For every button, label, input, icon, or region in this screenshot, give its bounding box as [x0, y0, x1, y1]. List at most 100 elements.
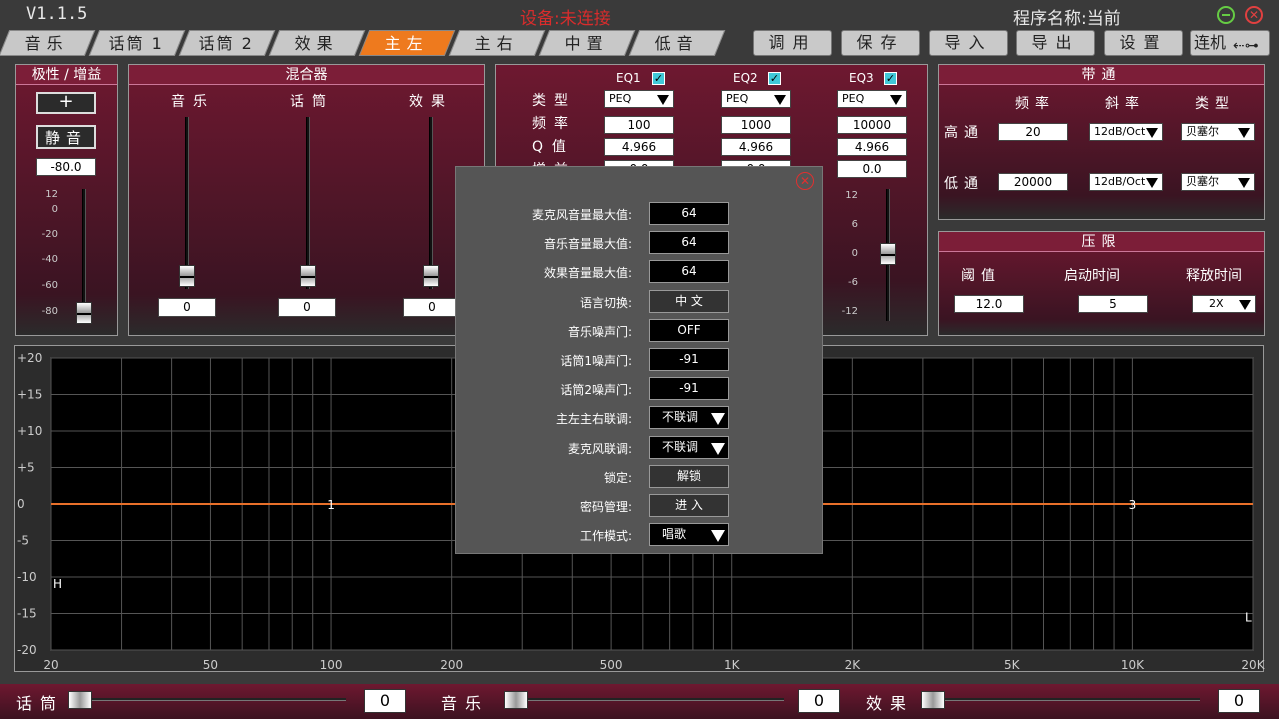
- minimize-icon[interactable]: [1217, 6, 1235, 24]
- dialog-row-label: 密码管理:: [579, 500, 632, 514]
- dialog-row-box[interactable]: 64: [649, 231, 729, 255]
- program-name: 程序名称:当前: [1013, 9, 1121, 29]
- eq2-type-select[interactable]: PEQ: [721, 90, 791, 108]
- eq3-gain[interactable]: 0.0: [837, 160, 907, 178]
- dialog-row-box[interactable]: -91: [649, 348, 729, 371]
- attack-value[interactable]: 5: [1078, 295, 1148, 313]
- tab-music[interactable]: 音乐: [0, 30, 96, 56]
- eq1-checkbox[interactable]: ✓: [652, 72, 665, 85]
- eq-band-marker: 1: [327, 498, 335, 512]
- dialog-close-icon[interactable]: ✕: [796, 172, 814, 190]
- eq3-type-select[interactable]: PEQ: [837, 90, 907, 108]
- bottom-mic-track[interactable]: [80, 698, 346, 701]
- bottom-effect-track[interactable]: [932, 698, 1200, 701]
- polarity-button[interactable]: +: [36, 92, 96, 114]
- bottom-mic-label: 话筒: [16, 694, 65, 713]
- mixer-music-value[interactable]: 0: [158, 298, 216, 317]
- device-status: 设备:未连接: [520, 9, 611, 29]
- tab-effect[interactable]: 效果: [268, 30, 366, 56]
- gain-tick: -20: [41, 229, 58, 240]
- bottom-mic-value[interactable]: 0: [364, 689, 406, 713]
- dialog-row-box[interactable]: 64: [649, 260, 729, 284]
- tab-bass[interactable]: 低音: [628, 30, 726, 56]
- bottom-music-value[interactable]: 0: [798, 689, 840, 713]
- gain-slider-knob[interactable]: [76, 302, 92, 324]
- eq2-q[interactable]: 4.966: [721, 138, 791, 156]
- eq3-q[interactable]: 4.966: [837, 138, 907, 156]
- bottom-mic-knob[interactable]: [68, 691, 92, 709]
- eq1-type-select[interactable]: PEQ: [604, 90, 674, 108]
- dialog-row-label: 话筒2噪声门:: [560, 383, 632, 398]
- mute-button[interactable]: 静音: [36, 125, 96, 149]
- dialog-row-btn[interactable]: 中 文: [649, 289, 729, 313]
- eq2-freq[interactable]: 1000: [721, 116, 791, 134]
- bandpass-type-header: 类型: [1195, 96, 1235, 112]
- attack-label: 启动时间: [1064, 268, 1120, 284]
- threshold-value[interactable]: 12.0: [954, 295, 1024, 313]
- dialog-row-btn[interactable]: 进 入: [649, 494, 729, 517]
- mixer-effect-track[interactable]: [429, 117, 433, 289]
- mixer-mic-value[interactable]: 0: [278, 298, 336, 317]
- graph-y-tick-label: +5: [17, 461, 35, 475]
- dialog-row-btn[interactable]: 解锁: [649, 464, 729, 488]
- usb-icon: ⇠⊶: [1233, 38, 1259, 54]
- graph-x-tick-label: 1K: [724, 658, 741, 672]
- mixer-music-track[interactable]: [185, 117, 189, 289]
- graph-y-tick-label: -5: [17, 534, 29, 548]
- bandpass-title: 带通: [939, 65, 1264, 85]
- highpass-type-select[interactable]: 贝塞尔: [1181, 123, 1255, 141]
- bottom-effect-knob[interactable]: [921, 691, 945, 709]
- bottom-effect-value[interactable]: 0: [1218, 689, 1260, 713]
- eq3-checkbox[interactable]: ✓: [884, 72, 897, 85]
- mixer-mic-knob[interactable]: [300, 265, 316, 287]
- lowpass-slope-select[interactable]: 12dB/Oct: [1089, 173, 1163, 191]
- graph-x-tick-label: 50: [203, 658, 218, 672]
- settings-button[interactable]: 设置: [1104, 30, 1183, 56]
- dialog-row-label: 麦克风联调:: [567, 441, 632, 456]
- connect-button[interactable]: 连机 ⇠⊶: [1190, 30, 1270, 56]
- close-icon[interactable]: ✕: [1245, 6, 1263, 24]
- dialog-row-box[interactable]: 64: [649, 202, 729, 225]
- highpass-freq[interactable]: 20: [998, 123, 1068, 141]
- dialog-row-box[interactable]: OFF: [649, 318, 729, 342]
- tab-main-left[interactable]: 主左: [358, 30, 456, 56]
- export-button[interactable]: 导出: [1016, 30, 1095, 56]
- dialog-row-select[interactable]: 唱歌: [649, 523, 729, 547]
- bottom-music-track[interactable]: [514, 698, 784, 701]
- bottom-music-knob[interactable]: [504, 691, 528, 709]
- bandpass-slope-header: 斜率: [1105, 96, 1145, 112]
- release-select[interactable]: 2X: [1192, 295, 1256, 313]
- dialog-row-box[interactable]: -91: [649, 377, 729, 401]
- dialog-row-select[interactable]: 不联调: [649, 435, 729, 459]
- mixer-effect-knob[interactable]: [423, 265, 439, 287]
- connect-label: 连机: [1194, 33, 1227, 52]
- highpass-slope-select[interactable]: 12dB/Oct: [1089, 123, 1163, 141]
- save-button[interactable]: 保存: [841, 30, 920, 56]
- graph-x-tick-label: 5K: [1004, 658, 1021, 672]
- tab-center[interactable]: 中置: [538, 30, 636, 56]
- mixer-mic-track[interactable]: [306, 117, 310, 289]
- graph-y-tick-label: -20: [17, 643, 37, 657]
- eq-gain-tick: -6: [848, 277, 858, 288]
- lowpass-type-select[interactable]: 贝塞尔: [1181, 173, 1255, 191]
- eq-gain-slider-knob[interactable]: [880, 243, 896, 265]
- eq-gain-tick: 12: [845, 190, 858, 201]
- tab-main-right[interactable]: 主右: [448, 30, 546, 56]
- call-button[interactable]: 调用: [753, 30, 832, 56]
- eq1-q[interactable]: 4.966: [604, 138, 674, 156]
- tab-mic2[interactable]: 话筒 2: [178, 30, 276, 56]
- dialog-row-select[interactable]: 不联调: [649, 406, 729, 430]
- gain-value[interactable]: -80.0: [36, 158, 96, 176]
- eq2-checkbox[interactable]: ✓: [768, 72, 781, 85]
- eq1-freq[interactable]: 100: [604, 116, 674, 134]
- graph-x-tick-label: 100: [320, 658, 343, 672]
- dialog-row-label: 话筒1噪声门:: [560, 354, 632, 368]
- eq3-freq[interactable]: 10000: [837, 116, 907, 134]
- dialog-row-label: 音乐音量最大值:: [543, 237, 632, 252]
- mixer-music-knob[interactable]: [179, 265, 195, 287]
- graph-x-tick-label: 20K: [1241, 658, 1265, 672]
- mixer-effect-value[interactable]: 0: [403, 298, 461, 317]
- import-button[interactable]: 导入: [929, 30, 1008, 56]
- tab-mic1[interactable]: 话筒 1: [88, 30, 186, 56]
- lowpass-freq[interactable]: 20000: [998, 173, 1068, 191]
